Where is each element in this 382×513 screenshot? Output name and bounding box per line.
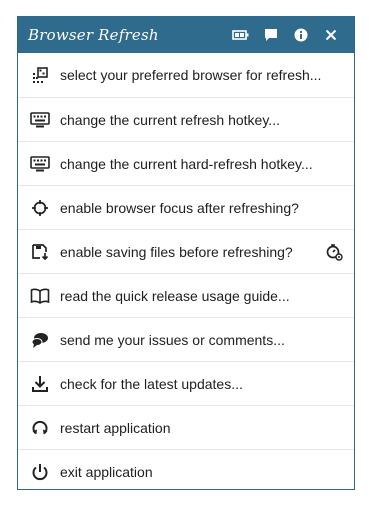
menu-item-send-feedback[interactable]: send me your issues or comments... [18,317,354,361]
menu-item-label: exit application [60,463,153,480]
keyboard-icon [30,110,50,130]
menu-item-label: select your preferred browser for refres… [60,67,322,83]
battery-button[interactable] [226,20,256,50]
menu-item-label: restart application [60,419,171,436]
power-icon [30,462,50,482]
timer-settings-icon[interactable] [324,242,344,262]
battery-icon [232,30,249,40]
menu-item-usage-guide[interactable]: read the quick release usage guide... [18,273,354,317]
comment-icon [265,29,277,41]
main-menu: select your preferred browser for refres… [18,53,354,493]
browser-select-icon [30,65,50,85]
menu-item-select-browser[interactable]: select your preferred browser for refres… [18,53,354,97]
menu-item-exit[interactable]: exit application [18,449,354,493]
comment-button[interactable] [256,20,286,50]
menu-item-refresh-hotkey[interactable]: change the current refresh hotkey... [18,97,354,141]
menu-item-save-files[interactable]: enable saving files before refreshing? [18,229,354,273]
download-icon [30,374,50,394]
keyboard-icon [30,154,50,174]
menu-item-browser-focus[interactable]: enable browser focus after refreshing? [18,185,354,229]
menu-item-label: enable browser focus after refreshing? [60,199,299,216]
book-icon [30,286,50,306]
menu-item-label: change the current hard-refresh hotkey..… [60,155,313,172]
info-icon [294,28,308,42]
menu-item-label: read the quick release usage guide... [60,287,290,304]
window-title: Browser Refresh [28,26,159,44]
crosshair-icon [30,198,50,218]
close-icon [325,29,337,41]
restart-icon [30,418,50,438]
title-bar: Browser Refresh [18,17,354,53]
close-button[interactable] [316,20,346,50]
menu-item-check-updates[interactable]: check for the latest updates... [18,361,354,405]
menu-item-label: check for the latest updates... [60,375,243,392]
save-icon [30,242,50,262]
menu-item-label: send me your issues or comments... [60,331,285,348]
menu-item-label: enable saving files before refreshing? [60,243,293,260]
menu-item-hard-refresh-hotkey[interactable]: change the current hard-refresh hotkey..… [18,141,354,185]
chat-icon [30,330,50,350]
info-button[interactable] [286,20,316,50]
menu-item-restart[interactable]: restart application [18,405,354,449]
menu-item-label: change the current refresh hotkey... [60,111,280,128]
browser-refresh-window: Browser Refresh select your preferred br… [17,16,355,490]
